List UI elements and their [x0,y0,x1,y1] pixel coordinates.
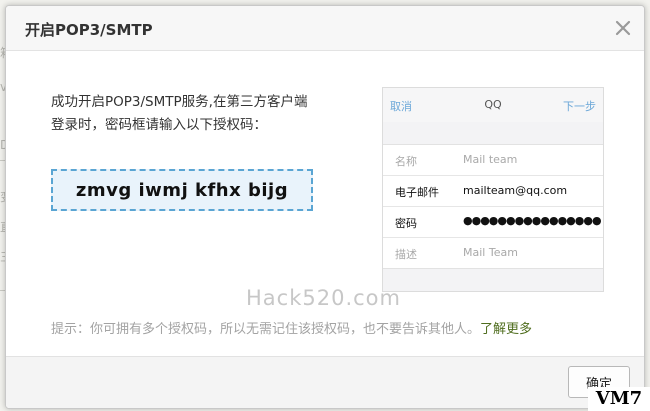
row-value: Mail Team [463,246,518,259]
phone-nav-next: 下一步 [563,100,596,113]
corner-watermark: VM7 [588,387,650,411]
dialog-title-bar: 开启POP3/SMTP [6,6,644,51]
row-label: 电子邮件 [395,186,439,199]
message-line: 成功开启POP3/SMTP服务,在第三方客户端 [51,94,308,110]
row-value: mailteam@qq.com [463,184,568,197]
dialog-footer: 确定 [6,356,644,408]
phone-form-row: 密码 ●●●●●●●●●●●●●●●● [383,207,603,238]
close-icon[interactable] [614,19,632,37]
message-line: 登录时，密码框请输入以下授权码： [51,117,267,133]
success-message: 成功开启POP3/SMTP服务,在第三方客户端 登录时，密码框请输入以下授权码： [51,91,351,137]
phone-form-row: 名称 Mail team [383,145,603,176]
row-label: 密码 [395,217,417,230]
row-label: 名称 [395,155,417,168]
authorization-code-box[interactable]: zmvg iwmj kfhx bijg [51,169,313,211]
phone-nav-bar: 取消 QQ 下一步 [383,88,603,122]
row-value: ●●●●●●●●●●●●●●●● [463,214,602,227]
row-label: 描述 [395,248,417,261]
tip-message: 提示：你可拥有多个授权码，所以无需记住该授权码，也不要告诉其他人。 [51,322,481,337]
learn-more-link[interactable]: 了解更多 [480,322,532,337]
watermark-text: Hack520.com [246,286,401,310]
pop3-smtp-dialog: 开启POP3/SMTP 成功开启POP3/SMTP服务,在第三方客户端 登录时，… [5,5,645,409]
phone-account-form: 名称 Mail team 电子邮件 mailteam@qq.com 密码 ●●●… [383,144,603,269]
row-value: Mail team [463,153,518,166]
phone-form-row: 描述 Mail Team [383,238,603,268]
tip-text: 提示：你可拥有多个授权码，所以无需记住该授权码，也不要告诉其他人。了解更多 [51,318,532,337]
phone-form-row: 电子邮件 mailteam@qq.com [383,176,603,207]
authorization-code: zmvg iwmj kfhx bijg [75,179,289,201]
phone-mockup-illustration: 取消 QQ 下一步 名称 Mail team 电子邮件 mailteam@qq.… [382,87,604,292]
dialog-title: 开启POP3/SMTP [25,21,153,39]
